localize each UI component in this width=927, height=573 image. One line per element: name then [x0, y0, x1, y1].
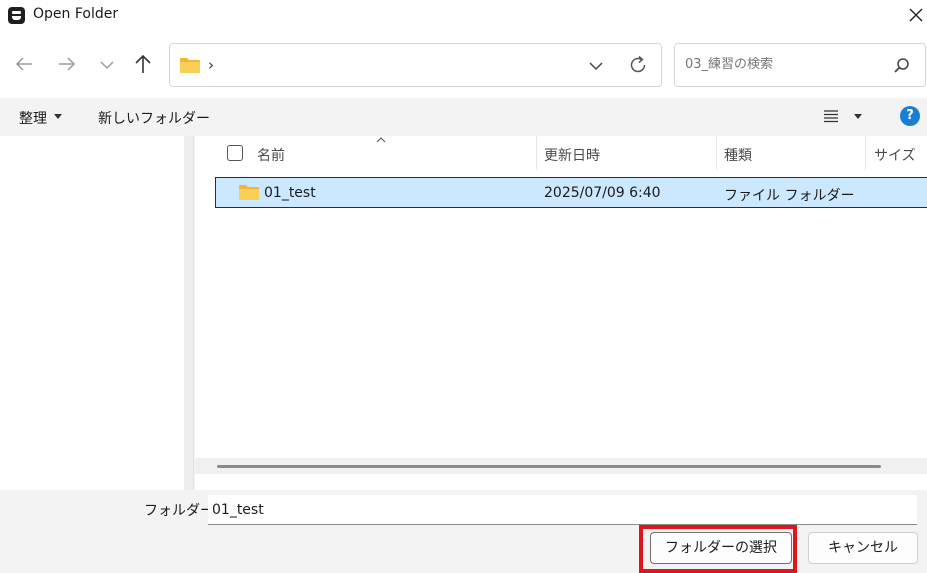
app-icon [8, 7, 25, 24]
column-type[interactable]: 種類 [724, 145, 752, 165]
close-icon[interactable] [903, 2, 927, 28]
column-divider[interactable] [536, 136, 537, 170]
folder-name-input[interactable] [208, 495, 917, 525]
address-bar[interactable]: › [169, 43, 662, 87]
file-date: 2025/07/09 6:40 [544, 185, 661, 201]
breadcrumb-separator[interactable]: › [208, 56, 214, 74]
recent-locations-chevron-icon[interactable] [92, 44, 122, 84]
new-folder-button[interactable]: 新しいフォルダー [98, 108, 210, 128]
help-icon[interactable]: ? [900, 106, 920, 126]
column-divider[interactable] [865, 136, 866, 170]
dialog-footer: フォルダー: フォルダーの選択 キャンセル [0, 490, 927, 573]
up-arrow-icon[interactable] [128, 44, 158, 84]
back-arrow-icon[interactable] [9, 44, 39, 84]
organize-menu[interactable]: 整理 [19, 108, 47, 128]
caret-down-icon[interactable] [854, 114, 862, 119]
column-header: 名前 更新日時 種類 サイズ [195, 136, 927, 170]
search-box[interactable] [674, 43, 926, 87]
view-options-icon[interactable] [822, 108, 840, 124]
folder-icon [180, 58, 200, 73]
select-all-checkbox[interactable] [227, 145, 243, 161]
chevron-down-icon[interactable] [584, 54, 608, 78]
scrollbar-thumb[interactable] [217, 465, 881, 468]
window-title: Open Folder [33, 6, 119, 22]
refresh-icon[interactable] [626, 53, 650, 77]
navigation-bar: › [0, 32, 927, 98]
column-divider[interactable] [716, 136, 717, 170]
column-date[interactable]: 更新日時 [544, 145, 600, 165]
column-name[interactable]: 名前 [257, 145, 285, 165]
select-folder-button[interactable]: フォルダーの選択 [650, 532, 792, 564]
folder-icon [239, 185, 259, 200]
forward-arrow-icon[interactable] [52, 44, 82, 84]
command-toolbar: 整理 新しいフォルダー ? [0, 98, 927, 136]
horizontal-scrollbar[interactable] [195, 458, 927, 474]
caret-down-icon[interactable] [54, 114, 62, 119]
file-list: 名前 更新日時 種類 サイズ 01_test 2025/07/09 6:40 フ… [195, 136, 927, 490]
search-icon[interactable] [890, 55, 912, 77]
column-size[interactable]: サイズ [874, 145, 916, 165]
search-input[interactable] [685, 57, 875, 72]
file-name: 01_test [264, 185, 316, 201]
file-row[interactable]: 01_test 2025/07/09 6:40 ファイル フォルダー [215, 177, 927, 208]
navigation-pane[interactable] [0, 136, 184, 490]
sort-ascending-icon [376, 137, 386, 143]
cancel-button[interactable]: キャンセル [808, 532, 918, 564]
file-type: ファイル フォルダー [724, 188, 855, 204]
pane-splitter[interactable] [184, 136, 194, 490]
title-bar: Open Folder [0, 0, 927, 32]
